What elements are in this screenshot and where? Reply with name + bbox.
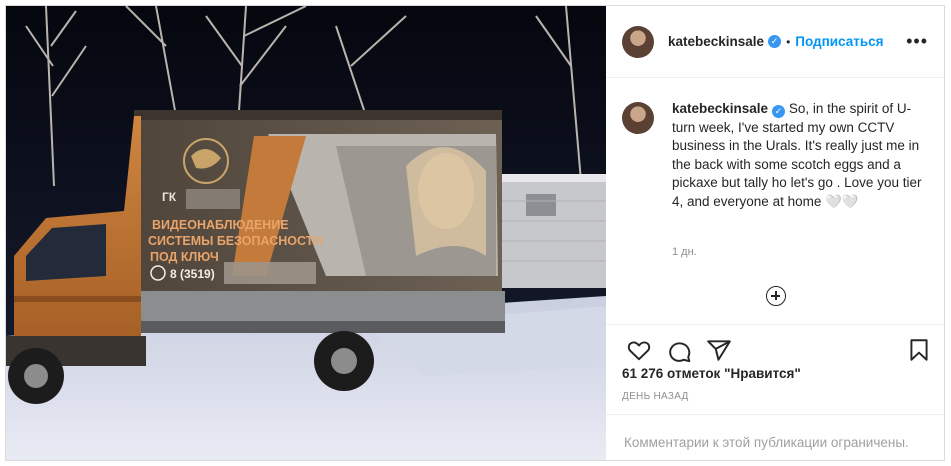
post-photo: ГК ВИДЕОНАБЛЮДЕНИЕ СИСТЕМЫ БЕЗОПАСНОСТИ … xyxy=(6,6,606,460)
more-options-icon[interactable]: ••• xyxy=(906,31,928,52)
share-icon[interactable] xyxy=(706,337,732,363)
caption-avatar[interactable] xyxy=(622,102,654,134)
caption: katebeckinsale ✓ So, in the spirit of U-t… xyxy=(622,100,932,211)
truck-sign-company: ГК xyxy=(162,190,177,204)
comment-icon[interactable] xyxy=(666,337,692,363)
header-username[interactable]: katebeckinsale xyxy=(668,34,764,49)
post-dialog: ГК ВИДЕОНАБЛЮДЕНИЕ СИСТЕМЫ БЕЗОПАСНОСТИ … xyxy=(5,5,945,461)
bookmark-icon[interactable] xyxy=(906,337,932,363)
verified-badge-icon: ✓ xyxy=(772,105,786,118)
post-header: katebeckinsale ✓ • Подписаться ••• xyxy=(606,6,944,78)
caption-timestamp[interactable]: 1 дн. xyxy=(672,246,697,258)
verified-badge-icon: ✓ xyxy=(768,35,782,48)
post-side-panel: katebeckinsale ✓ • Подписаться ••• kateb… xyxy=(606,6,944,460)
comments-restricted-notice: Комментарии к этой публикации ограничены… xyxy=(606,414,944,460)
separator-dot: • xyxy=(786,34,791,49)
caption-text: So, in the spirit of U-turn week, I've s… xyxy=(672,101,922,209)
truck-sign-phone: 8 (3519) xyxy=(170,267,215,281)
avatar[interactable] xyxy=(622,25,654,58)
truck-sign-line3: ПОД КЛЮЧ xyxy=(150,250,219,264)
likes-count[interactable]: 61 276 отметок "Нравится" xyxy=(622,366,801,381)
plus-circle-icon[interactable] xyxy=(766,286,786,306)
caption-text-block: katebeckinsale ✓ So, in the spirit of U-t… xyxy=(672,100,932,211)
follow-button[interactable]: Подписаться xyxy=(795,34,883,49)
post-date: ДЕНЬ НАЗАД xyxy=(622,391,689,402)
truck-sign-line1: ВИДЕОНАБЛЮДЕНИЕ xyxy=(152,218,289,232)
caption-username[interactable]: katebeckinsale xyxy=(672,101,768,116)
heart-icon[interactable] xyxy=(626,337,652,363)
truck-sign-line2: СИСТЕМЫ БЕЗОПАСНОСТИ xyxy=(148,234,323,248)
